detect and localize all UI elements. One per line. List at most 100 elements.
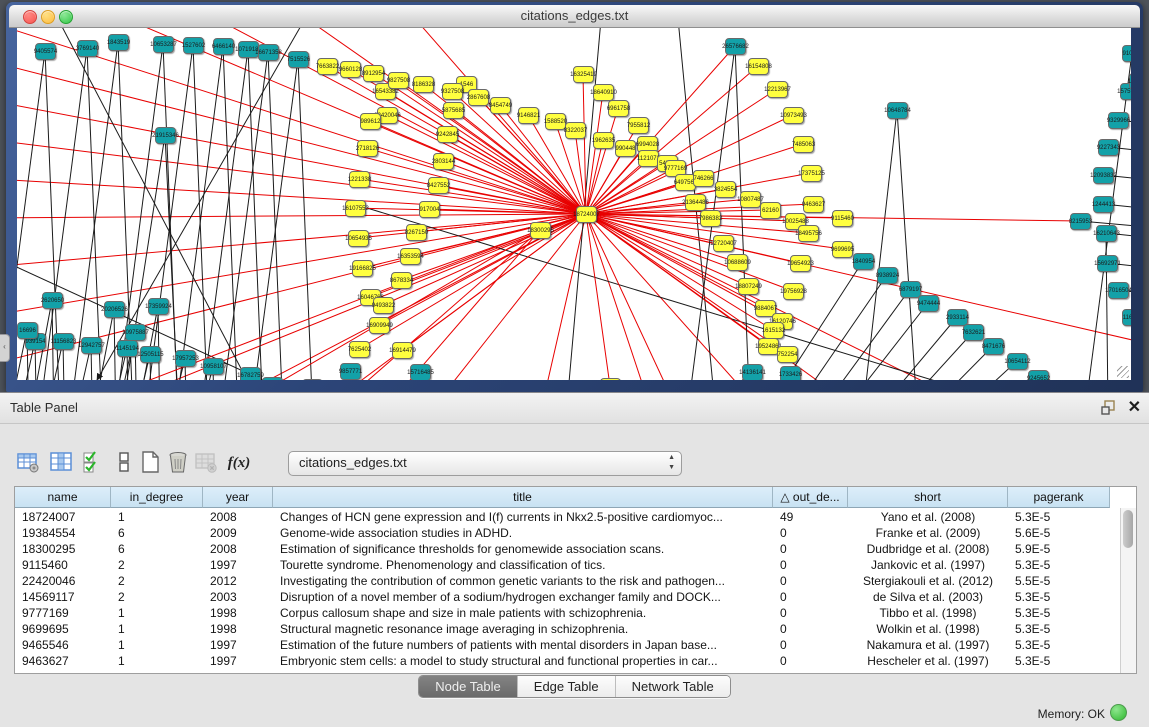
table-row[interactable]: 977716911998Corpus callosum shape and si…	[15, 605, 1121, 621]
graph-node[interactable]: 9329966	[1108, 112, 1129, 129]
graph-node[interactable]: 1843519	[108, 34, 129, 51]
graph-node[interactable]: 16353594	[400, 248, 421, 265]
graph-node[interactable]: 10653287	[153, 36, 174, 53]
graph-node[interactable]: 7663822	[317, 58, 338, 75]
tab-node-table[interactable]: Node Table	[419, 676, 518, 697]
graph-node[interactable]: 2803144	[433, 153, 454, 170]
graph-node[interactable]: 8215953	[1070, 213, 1091, 230]
graph-node[interactable]: 19654923	[790, 255, 811, 272]
scrollbar-thumb[interactable]	[1123, 510, 1133, 548]
graph-node[interactable]: 16914479	[392, 342, 413, 359]
graph-node[interactable]: 18724007	[576, 206, 597, 223]
graph-node[interactable]: 8938924	[877, 267, 898, 284]
table-row[interactable]: 946554611997Estimation of the future num…	[15, 637, 1121, 653]
select-columns-button[interactable]	[80, 449, 106, 475]
graph-node[interactable]: 9827508	[388, 72, 409, 89]
network-window-titlebar[interactable]: citations_edges.txt	[9, 5, 1140, 28]
graph-node[interactable]: 14136141	[742, 364, 763, 380]
graph-node[interactable]: 10654935	[348, 230, 369, 247]
graph-node[interactable]: 18300295	[530, 222, 551, 239]
create-column-button[interactable]	[137, 449, 163, 475]
close-panel-icon[interactable]: ✕	[1128, 397, 1141, 419]
graph-node[interactable]: 9327508	[442, 83, 463, 100]
graph-node[interactable]: 1527602	[183, 37, 204, 54]
graph-node[interactable]: 2867608	[468, 89, 489, 106]
graph-node[interactable]: 12823445	[262, 377, 283, 380]
column-header-in_degree[interactable]: in_degree	[111, 487, 203, 508]
graph-node[interactable]: 1733426	[780, 366, 801, 380]
graph-node[interactable]: 17359924	[148, 298, 169, 315]
graph-node[interactable]: 116753	[1122, 309, 1131, 326]
table-row[interactable]: 969969511998Structural magnetic resonanc…	[15, 621, 1121, 637]
graph-node[interactable]: 12720407	[713, 235, 734, 252]
graph-node[interactable]: 15692971	[1097, 255, 1118, 272]
tab-edge-table[interactable]: Edge Table	[518, 676, 616, 697]
graph-node[interactable]: 12093832	[1093, 167, 1114, 184]
graph-node[interactable]: 746266	[693, 170, 714, 187]
graph-node[interactable]: 6879197	[900, 281, 921, 298]
graph-node[interactable]: 19166825	[352, 260, 373, 277]
graph-node[interactable]: 7485063	[793, 136, 814, 153]
graph-node[interactable]: 16909949	[369, 317, 390, 334]
graph-node[interactable]: 8471676	[983, 338, 1004, 355]
graph-node[interactable]: 10958107	[203, 358, 224, 375]
graph-node[interactable]: 8267150	[406, 224, 427, 241]
resize-grip-icon[interactable]	[1117, 366, 1129, 378]
graph-node[interactable]: 1615132	[763, 322, 784, 339]
graph-node[interactable]: 3824554	[715, 181, 736, 198]
graph-node[interactable]: 8549757	[600, 378, 621, 380]
graph-node[interactable]: 917004	[419, 201, 440, 218]
graph-node[interactable]: 910714	[1122, 45, 1131, 62]
graph-node[interactable]: 9146821	[518, 107, 539, 124]
graph-node[interactable]: 752254	[777, 346, 798, 363]
column-header-name[interactable]: name	[15, 487, 111, 508]
graph-node[interactable]: 7986382	[700, 210, 721, 227]
graph-node[interactable]: 5875685	[443, 102, 464, 119]
graph-node[interactable]: 16107553	[345, 200, 366, 217]
minimize-window-button[interactable]	[41, 10, 55, 24]
graph-node[interactable]: 1221338	[349, 171, 370, 188]
graph-node[interactable]: 12213967	[767, 81, 788, 98]
graph-node[interactable]: 17016504	[1108, 282, 1129, 299]
graph-node[interactable]: 7515526	[288, 51, 309, 68]
graph-node[interactable]: 7625402	[349, 341, 370, 358]
graph-node[interactable]: 9242845	[437, 126, 458, 143]
graph-node[interactable]: 10688609	[727, 254, 748, 271]
graph-node[interactable]: 7632621	[963, 324, 984, 341]
graph-node[interactable]: 17957253	[175, 350, 196, 367]
graph-node[interactable]: 1690842	[1129, 73, 1131, 90]
graph-node[interactable]: 10648784	[887, 102, 908, 119]
graph-node[interactable]: 18807249	[738, 278, 759, 295]
table-selector-dropdown[interactable]: citations_edges.txt ▲▼	[288, 451, 682, 476]
graph-node[interactable]: 9699695	[832, 241, 853, 258]
graph-node[interactable]: 1962635	[593, 132, 614, 149]
graph-node[interactable]: 62160	[760, 202, 781, 219]
graph-node[interactable]: 19756928	[783, 283, 804, 300]
graph-node[interactable]: 2718126	[357, 140, 378, 157]
graph-node[interactable]: 16210643	[1096, 225, 1117, 242]
graph-node[interactable]: 1840954	[853, 253, 874, 270]
table-row[interactable]: 1872400712008Changes of HCN gene express…	[15, 509, 1121, 525]
graph-node[interactable]: 990448	[615, 140, 636, 157]
graph-node[interactable]: 8678334	[391, 272, 412, 289]
graph-node[interactable]: 9115460	[832, 210, 853, 227]
float-panel-icon[interactable]	[1101, 400, 1117, 416]
graph-node[interactable]: 1249547	[302, 379, 323, 380]
table-row[interactable]: 1830029562008Estimation of significance …	[15, 541, 1121, 557]
graph-node[interactable]: 1244413	[1093, 196, 1114, 213]
table-row[interactable]: 911546021997Tourette syndrome. Phenomeno…	[15, 557, 1121, 573]
graph-node[interactable]: 19524861	[758, 338, 779, 355]
graph-node[interactable]: 9227343	[1098, 139, 1119, 156]
graph-node[interactable]: 989612	[360, 113, 381, 130]
graph-node[interactable]: 9857771	[340, 363, 361, 380]
tab-network-table[interactable]: Network Table	[616, 676, 730, 697]
column-header-title[interactable]: title	[273, 487, 773, 508]
row-height-button[interactable]	[111, 449, 137, 475]
graph-node[interactable]: 10654112	[1007, 353, 1028, 370]
graph-node[interactable]: 1145194	[117, 340, 138, 357]
graph-node[interactable]: 26576682	[725, 38, 746, 55]
graph-node[interactable]: 20206526	[104, 301, 125, 318]
graph-node[interactable]: 9405574	[35, 43, 56, 60]
graph-node[interactable]: 15716485	[410, 364, 431, 380]
graph-node[interactable]: 12505115	[140, 346, 161, 363]
